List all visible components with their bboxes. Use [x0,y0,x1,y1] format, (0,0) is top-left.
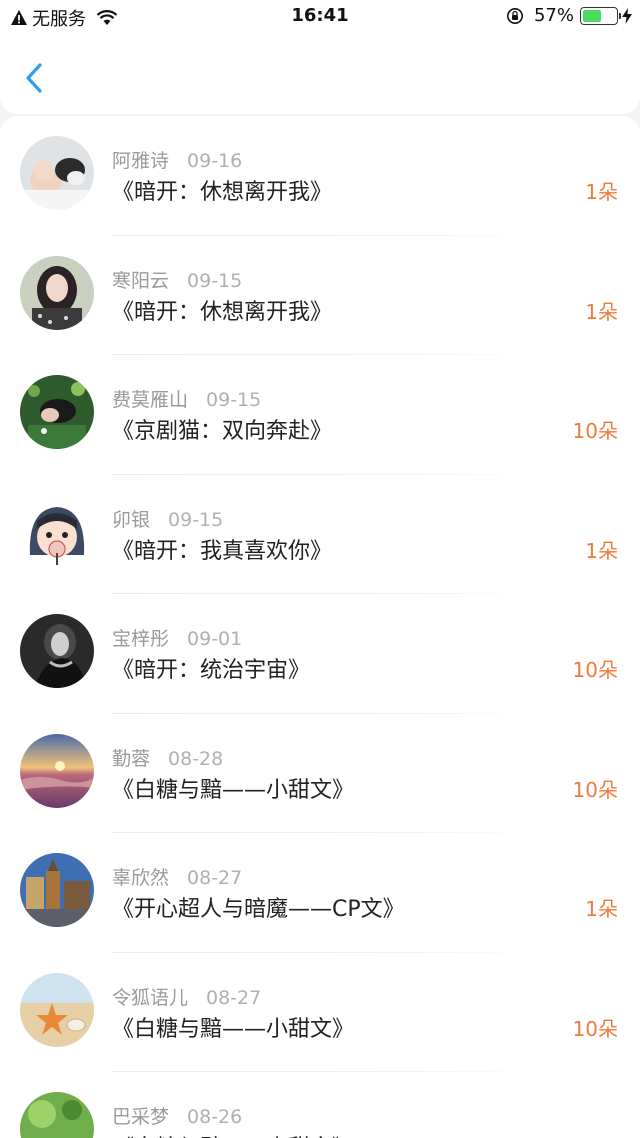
flower-count: 1朵 [585,299,618,324]
gift-date: 08-26 [187,1106,243,1128]
book-title[interactable]: 《京剧猫：双向奔赴》 [112,413,332,445]
gift-date: 09-15 [206,389,262,411]
gift-record-list: 阿雅诗 09-16 《暗开：休想离开我》 1朵 寒阳云 09-15 《暗开：休想离开… [0,116,640,1138]
user-name: 卯银 09-15 [112,505,223,532]
avatar-starfish-beach-photo[interactable] [20,972,94,1047]
flower-count: 1朵 [585,538,618,563]
avatar-image [20,1092,94,1138]
list-item[interactable]: 勤蓉 08-28 《白糖与黯——小甜文》 10朵 [0,714,640,833]
user-name: 阿雅诗 09-16 [112,146,242,173]
user-name-text: 巴采梦 [112,1106,170,1128]
rotation-lock-icon [506,7,523,24]
battery-percent: 57% [533,5,574,26]
avatar-black-and-white-portrait[interactable] [20,614,94,688]
book-title[interactable]: 《暗开：我真喜欢你》 [112,533,332,565]
charging-bolt-icon [622,7,632,24]
user-name-text: 令狐语儿 [112,986,189,1009]
flower-count: 1朵 [585,897,618,921]
user-name-text: 寒阳云 [112,269,170,292]
avatar-image [20,614,94,688]
battery-icon [580,6,621,25]
user-name: 费莫雁山 09-15 [112,385,261,412]
avatar-image [20,136,94,210]
battery-fill [583,9,602,22]
avatar-image [20,375,94,449]
book-title[interactable]: 《开心超人与暗魔——CP文》 [112,891,405,923]
flower-count: 10朵 [572,419,618,443]
user-name: 勤蓉 08-28 [112,744,223,771]
user-name-text: 阿雅诗 [112,150,170,172]
flower-count: 10朵 [572,658,618,682]
book-title[interactable]: 《白糖与黯——小甜文》 [112,772,354,804]
user-name: 巴采梦 08-26 [112,1102,242,1129]
avatar-town-street-photo[interactable] [20,853,94,927]
list-item[interactable]: 令狐语儿 08-27 《白糖与黯——小甜文》 10朵 [0,953,640,1072]
list-item[interactable]: 费莫雁山 09-15 《京剧猫：双向奔赴》 10朵 [0,355,640,475]
avatar-girl-portrait-photo[interactable] [20,255,94,330]
avatar-sunset-sea-photo[interactable] [20,733,94,808]
gift-date: 09-01 [187,628,243,650]
user-name: 令狐语儿 08-27 [112,983,261,1010]
list-item[interactable]: 辜欣然 08-27 《开心超人与暗魔——CP文》 1朵 [0,833,640,953]
user-name: 辜欣然 08-27 [112,863,242,890]
user-name-text: 卯银 [112,508,151,531]
flower-count: 10朵 [572,1016,618,1041]
avatar-green-nature-photo[interactable] [20,1092,94,1138]
user-name-text: 宝梓彤 [112,628,170,650]
flower-count: 10朵 [573,1132,618,1138]
avatar-image [20,255,94,330]
chevron-left-icon [26,63,42,93]
list-item[interactable]: 卯银 09-15 《暗开：我真喜欢你》 1朵 [0,475,640,594]
avatar-image [20,733,94,808]
user-name-text: 勤蓉 [112,747,151,770]
book-title[interactable]: 《白糖与黯——小甜文》 [112,1130,354,1138]
list-item[interactable]: 巴采梦 08-26 《白糖与黯——小甜文》 10朵 [0,1072,640,1138]
status-bar: 无服务 16:41 57% [0,0,640,34]
back-button[interactable] [18,60,54,96]
book-title[interactable]: 《白糖与黯——小甜文》 [112,1011,354,1043]
book-title[interactable]: 《暗开：休想离开我》 [112,174,332,206]
list-item[interactable]: 寒阳云 09-15 《暗开：休想离开我》 1朵 [0,236,640,355]
status-right: 57% [506,5,632,26]
avatar-image [20,853,94,927]
flower-count: 1朵 [585,180,618,204]
user-name-text: 费莫雁山 [112,389,189,411]
list-item[interactable]: 阿雅诗 09-16 《暗开：休想离开我》 1朵 [0,116,640,236]
avatar-cartoon-girl-avatar[interactable] [20,494,94,569]
avatar-baby-and-dog-photo[interactable] [20,136,94,210]
user-name-text: 辜欣然 [112,867,170,889]
book-title[interactable]: 《暗开：休想离开我》 [112,294,332,326]
nav-bar [0,34,640,114]
gift-date: 08-27 [206,986,262,1009]
user-name: 寒阳云 09-15 [112,266,242,293]
avatar-image [20,972,94,1047]
book-title[interactable]: 《暗开：统治宇宙》 [112,652,310,684]
gift-date: 09-16 [187,150,243,172]
user-name: 宝梓彤 09-01 [112,624,242,651]
gift-date: 09-15 [187,269,243,292]
avatar-image [20,494,94,569]
gift-date: 09-15 [168,508,224,531]
gift-date: 08-27 [187,867,243,889]
flower-count: 10朵 [572,777,618,802]
list-item[interactable]: 宝梓彤 09-01 《暗开：统治宇宙》 10朵 [0,594,640,714]
avatar-girl-in-flowers-photo[interactable] [20,375,94,449]
gift-date: 08-28 [168,747,224,770]
